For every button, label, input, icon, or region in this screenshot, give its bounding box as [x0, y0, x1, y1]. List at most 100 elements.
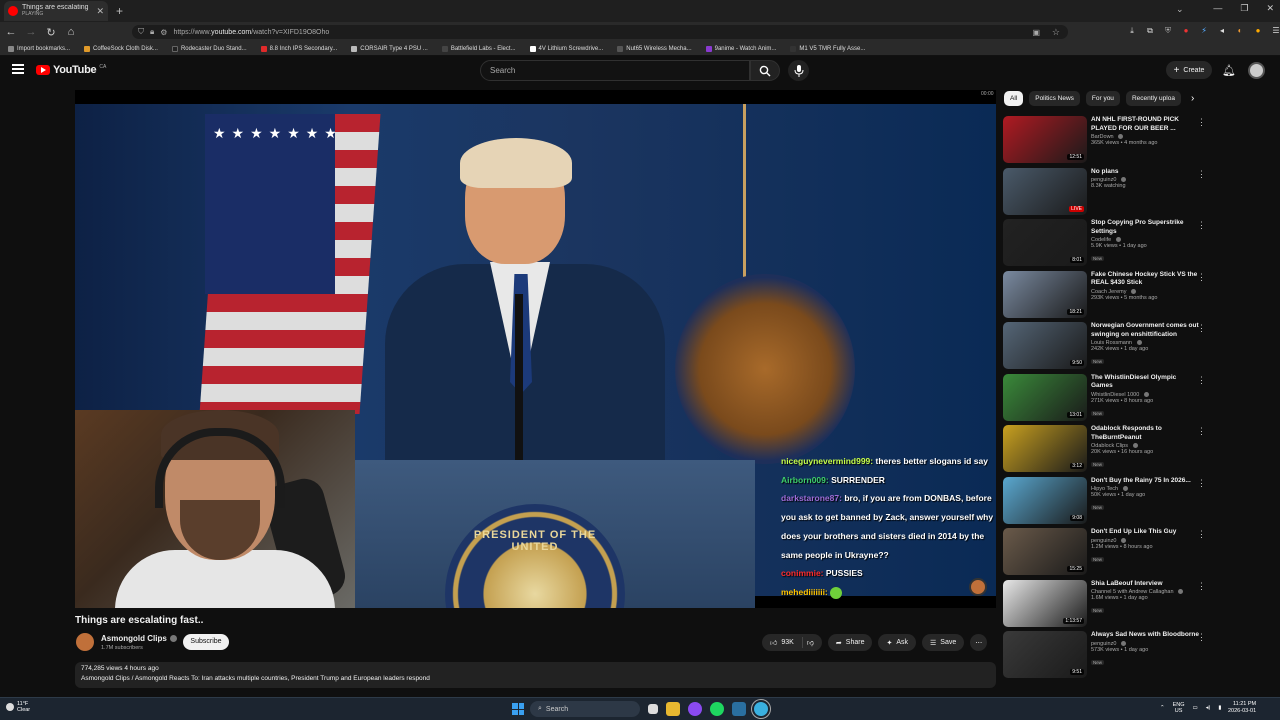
discord-icon[interactable]	[688, 702, 702, 716]
reload-icon[interactable]: ↻	[42, 26, 60, 39]
bookmark-item[interactable]: 8.8 Inch IPS Secondary...	[260, 45, 337, 52]
description-box[interactable]: 774,285 views 4 hours ago Asmongold Clip…	[75, 662, 996, 688]
recommended-video[interactable]: 15:25 Don't End Up Like This Guy penguinz0…	[1003, 527, 1213, 579]
chip-for-you[interactable]: For you	[1085, 91, 1120, 106]
more-vertical-icon[interactable]: ⋮	[1197, 581, 1206, 592]
bookmark-star-icon[interactable]: ☆	[1052, 27, 1060, 38]
recommended-video-title[interactable]: Stop Copying Pro Superstrike Settings	[1091, 219, 1199, 236]
recommended-video[interactable]: 3:12 Odablock Responds to TheBurntPeanut O…	[1003, 424, 1213, 476]
recommended-video[interactable]: 8:01 Stop Copying Pro Superstrike Setting…	[1003, 218, 1213, 270]
task-view-icon[interactable]	[648, 704, 658, 714]
chip-politics-news[interactable]: Politics News	[1029, 91, 1080, 106]
address-bar[interactable]: ⛉ 🔒︎ ⚙︎ https://www.youtube.com/watch?v=…	[132, 25, 1068, 39]
voice-search-button[interactable]	[788, 60, 809, 81]
ask-button[interactable]: ✦ Ask	[878, 634, 917, 651]
chevron-right-icon[interactable]: ›	[1191, 93, 1194, 104]
more-vertical-icon[interactable]: ⋮	[1197, 375, 1206, 386]
url-text[interactable]: https://www.youtube.com/watch?v=XIFD19O8…	[173, 29, 329, 36]
close-tab-icon[interactable]: ✕	[92, 6, 108, 17]
bookmark-item[interactable]: Rodecaster Duo Stand...	[171, 45, 247, 52]
more-vertical-icon[interactable]: ⋮	[1197, 426, 1206, 437]
channel-watermark-avatar[interactable]	[969, 578, 987, 596]
recommended-video-title[interactable]: No plans	[1091, 168, 1199, 177]
video-thumbnail[interactable]: 9:08	[1003, 476, 1087, 524]
create-button[interactable]: + Create	[1166, 61, 1212, 79]
battery-icon[interactable]: ▮	[1218, 705, 1221, 711]
steam-icon[interactable]	[732, 702, 746, 716]
hamburger-menu-icon[interactable]	[12, 64, 24, 74]
recommended-video[interactable]: 9:51 Always Sad News with Bloodborne pengu…	[1003, 630, 1213, 682]
notifications-bell-icon[interactable]: 🔔︎	[1222, 64, 1236, 77]
extensions-icon[interactable]: ⧉	[1144, 25, 1156, 37]
language-indicator[interactable]: ENG US	[1173, 702, 1185, 714]
recommended-video-title[interactable]: Always Sad News with Bloodborne	[1091, 631, 1199, 640]
account-avatar[interactable]	[1248, 62, 1265, 79]
channel-name[interactable]: Asmongold Clips	[101, 634, 177, 643]
shield-icon[interactable]: ⛉	[138, 27, 144, 37]
video-thumbnail[interactable]: 8:01	[1003, 219, 1087, 266]
share-button[interactable]: ➦ Share	[827, 634, 873, 651]
bookmark-item[interactable]: Battlefield Labs - Elect...	[441, 45, 516, 52]
video-thumbnail[interactable]: 3:12	[1003, 425, 1087, 472]
bookmark-item[interactable]: 9anime - Watch Anim...	[705, 45, 776, 52]
recommended-video[interactable]: LIVE No plans penguinz0 8.3K watching ⋮	[1003, 167, 1213, 219]
recommended-video-title[interactable]: AN NHL FIRST-ROUND PICK PLAYED FOR OUR B…	[1091, 116, 1199, 133]
recommended-video-title[interactable]: Don't End Up Like This Guy	[1091, 528, 1199, 537]
video-thumbnail[interactable]: 12:51	[1003, 116, 1087, 163]
close-window-icon[interactable]: ✕	[1266, 3, 1274, 14]
chip-all[interactable]: All	[1004, 91, 1024, 106]
chevron-up-icon[interactable]: ⌃	[1160, 705, 1165, 711]
thumbs-down-icon[interactable]: 👎︎	[807, 638, 814, 647]
pip-icon[interactable]: ▣	[1032, 28, 1040, 37]
bookmark-item[interactable]: M1 V5 TMR Fully Asse...	[790, 45, 865, 52]
channel-avatar[interactable]	[76, 633, 94, 651]
more-vertical-icon[interactable]: ⋮	[1197, 323, 1206, 334]
network-icon[interactable]: ▭	[1193, 705, 1198, 711]
forward-icon[interactable]: →	[22, 26, 40, 38]
search-input[interactable]: Search	[480, 60, 750, 81]
video-thumbnail[interactable]: 9:50	[1003, 322, 1087, 369]
recommended-video[interactable]: 13:01 The WhistlinDiesel Olympic Games Whi…	[1003, 373, 1213, 425]
sponsorblock-icon[interactable]: ⚡︎	[1198, 25, 1210, 37]
youtube-logo[interactable]: YouTube CA	[36, 64, 106, 76]
bookmark-item[interactable]: CoffeeSock Cloth Disk...	[84, 45, 158, 52]
spotify-icon[interactable]	[710, 702, 724, 716]
recommended-video-title[interactable]: Norwegian Government comes out swinging …	[1091, 322, 1199, 339]
clock[interactable]: 11:21 PM 2026-03-01	[1228, 701, 1256, 715]
video-thumbnail[interactable]: 9:51	[1003, 631, 1087, 678]
chevron-down-icon[interactable]: ⌄	[1176, 4, 1184, 15]
new-tab-icon[interactable]: +	[116, 4, 123, 18]
file-explorer-icon[interactable]	[666, 702, 680, 716]
chip-recently-uploaded[interactable]: Recently uploa	[1125, 91, 1181, 106]
more-vertical-icon[interactable]: ⋮	[1197, 529, 1206, 540]
recommended-video[interactable]: 18:21 Fake Chinese Hockey Stick VS the RE…	[1003, 270, 1213, 322]
download-icon[interactable]: ⤓	[1126, 25, 1138, 37]
more-vertical-icon[interactable]: ⋮	[1197, 478, 1206, 489]
recommended-video[interactable]: 9:50 Norwegian Government comes out swing…	[1003, 321, 1213, 373]
video-thumbnail[interactable]: 18:21	[1003, 270, 1087, 318]
menu-icon[interactable]: ☰	[1270, 25, 1280, 37]
recommended-video-title[interactable]: Fake Chinese Hockey Stick VS the REAL $4…	[1091, 271, 1199, 288]
recommended-video-title[interactable]: The WhistlinDiesel Olympic Games	[1091, 374, 1199, 391]
bookmark-item[interactable]: Nut65 Wireless Mecha...	[617, 45, 692, 52]
record-extension-icon[interactable]: ●	[1180, 25, 1192, 37]
save-button[interactable]: ☰ Save	[922, 634, 965, 651]
recommended-video[interactable]: 9:08 Don't Buy the Rainy 75 In 2026... Hip…	[1003, 476, 1213, 528]
more-vertical-icon[interactable]: ⋮	[1197, 117, 1206, 128]
bookmark-item[interactable]: Import bookmarks...	[8, 45, 70, 52]
video-player[interactable]: 00:00 ★★★★★★★★★★★★★★★★★★★★★★★★★★★★ PRESI…	[75, 90, 996, 608]
recommended-video[interactable]: 12:51 AN NHL FIRST-ROUND PICK PLAYED FOR …	[1003, 115, 1213, 167]
recommended-video-title[interactable]: Odablock Responds to TheBurntPeanut	[1091, 425, 1199, 442]
recommended-video-title[interactable]: Shia LaBeouf Interview	[1091, 580, 1199, 589]
weather-widget[interactable]: 11°F Clear	[6, 701, 30, 713]
like-button[interactable]: 👍︎ 93K 👎︎	[762, 634, 822, 651]
more-actions-button[interactable]: ⋯	[970, 634, 988, 651]
browser-tab[interactable]: Things are escalating fast.. - YouTube P…	[4, 1, 108, 21]
bookmark-item[interactable]: 4V Lithium Screwdrive...	[529, 45, 603, 52]
home-icon[interactable]: ⌂	[62, 26, 80, 38]
search-button[interactable]	[750, 60, 780, 81]
volume-icon[interactable]: ◂)	[1206, 705, 1211, 711]
recommended-video-title[interactable]: Don't Buy the Rainy 75 In 2026...	[1091, 477, 1199, 486]
video-thumbnail[interactable]: LIVE	[1003, 167, 1087, 215]
more-vertical-icon[interactable]: ⋮	[1197, 272, 1206, 283]
